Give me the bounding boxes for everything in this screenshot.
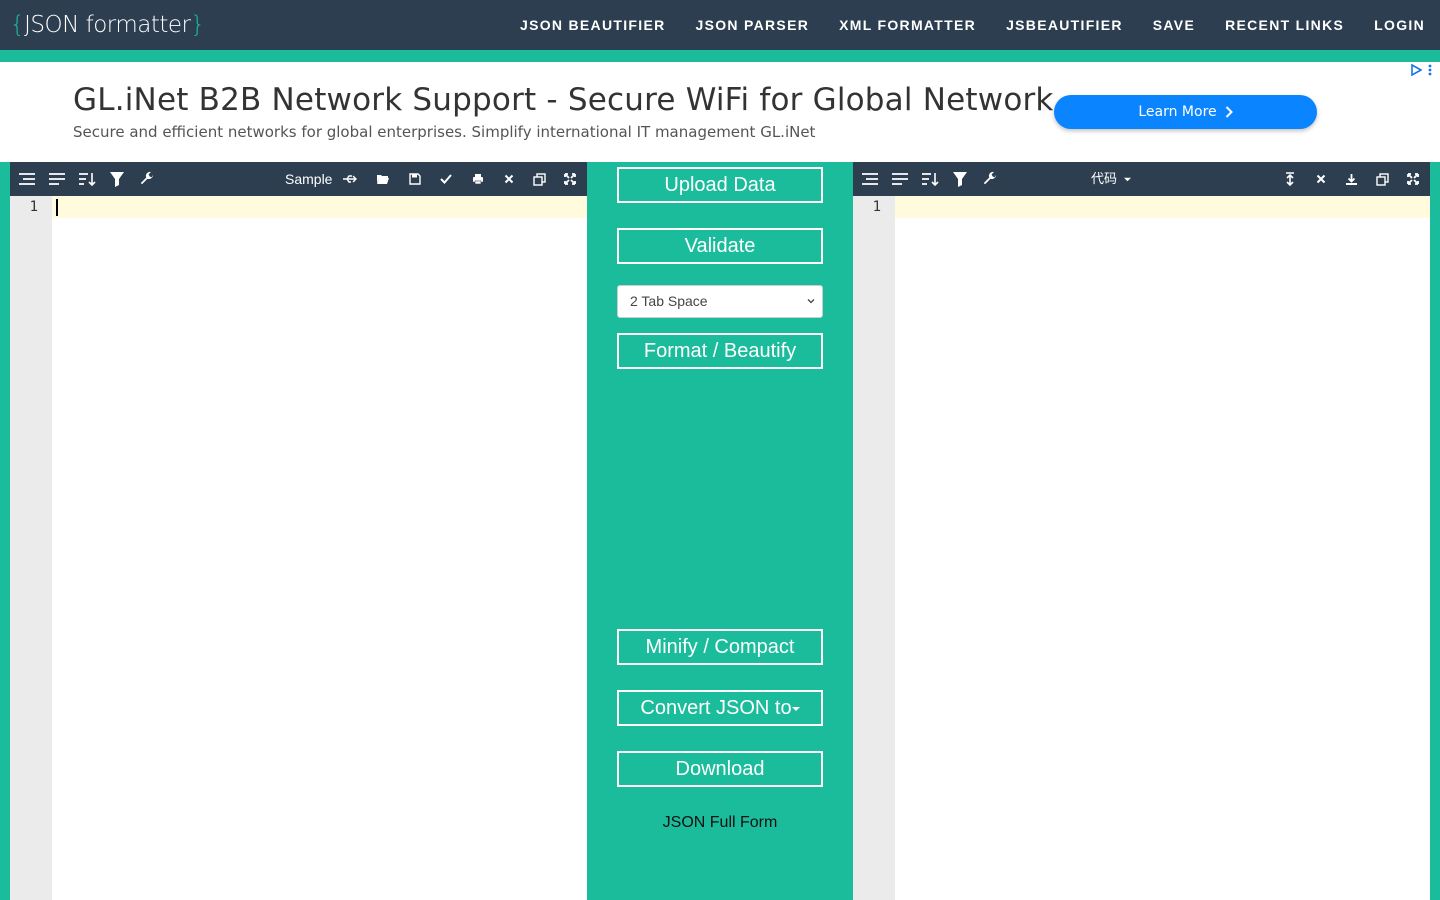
folder-open-icon[interactable] (375, 170, 391, 188)
chevron-down-icon (807, 299, 815, 304)
sort-icon[interactable] (921, 170, 939, 188)
format-beautify-button[interactable]: Format / Beautify (617, 333, 823, 369)
input-gutter: 1 (10, 196, 52, 900)
copy-icon[interactable] (531, 170, 547, 188)
nav-links: JSON BEAUTIFIER JSON PARSER XML FORMATTE… (505, 0, 1440, 50)
ad-subtext: Secure and efficient networks for global… (73, 123, 816, 141)
nav-jsbeautifier[interactable]: JSBEAUTIFIER (991, 0, 1138, 50)
clear-icon[interactable] (502, 170, 516, 188)
indent-select-value: 2 Tab Space (630, 293, 708, 309)
fullscreen-icon[interactable] (562, 170, 578, 188)
nav-recent-links[interactable]: RECENT LINKS (1210, 0, 1359, 50)
wrench-icon[interactable] (138, 170, 156, 188)
ad-cta-label: Learn More (1138, 104, 1217, 120)
json-full-form-link[interactable]: JSON Full Form (617, 814, 823, 832)
fullscreen-icon[interactable] (1405, 170, 1421, 188)
sort-icon[interactable] (78, 170, 96, 188)
code-mode-dropdown[interactable]: 代码 (1091, 170, 1131, 188)
brand-close-brace: } (190, 12, 206, 38)
output-gutter: 1 (853, 196, 895, 900)
ad-learn-more-button[interactable]: Learn More (1054, 95, 1317, 129)
brand-logo[interactable]: {JSON formatter} (10, 9, 205, 41)
upload-data-button[interactable]: Upload Data (617, 167, 823, 203)
ad-choices[interactable] (1410, 64, 1432, 76)
chevron-right-icon (1225, 106, 1233, 118)
line-number: 1 (29, 199, 38, 215)
caret-down-icon (791, 706, 800, 711)
ad-headline[interactable]: GL.iNet B2B Network Support - Secure WiF… (73, 82, 1054, 118)
action-panel: Upload Data Validate 2 Tab Space Format … (587, 162, 853, 900)
input-editor-toolbar: Sample (10, 162, 587, 196)
nav-json-parser[interactable]: JSON PARSER (681, 0, 825, 50)
indent-select[interactable]: 2 Tab Space (617, 285, 823, 318)
download-button[interactable]: Download (617, 751, 823, 787)
collapse-icon[interactable] (1283, 170, 1297, 188)
nav-login[interactable]: LOGIN (1359, 0, 1440, 50)
check-icon[interactable] (439, 170, 453, 188)
validate-button[interactable]: Validate (617, 228, 823, 264)
clear-icon[interactable] (1314, 170, 1328, 188)
save-icon[interactable] (408, 170, 422, 188)
brand-name: JSON formatter (24, 12, 191, 38)
input-code-area[interactable] (52, 196, 587, 900)
nav-save[interactable]: SAVE (1138, 0, 1210, 50)
line-number: 1 (872, 199, 881, 215)
nav-json-beautifier[interactable]: JSON BEAUTIFIER (505, 0, 681, 50)
filter-icon[interactable] (951, 170, 969, 188)
ad-banner[interactable]: GL.iNet B2B Network Support - Secure WiF… (0, 62, 1440, 162)
wrench-icon[interactable] (981, 170, 999, 188)
code-mode-label: 代码 (1091, 171, 1118, 186)
convert-json-button[interactable]: Convert JSON to (617, 690, 823, 726)
minify-compact-button[interactable]: Minify / Compact (617, 629, 823, 665)
output-editor-toolbar: 代码 (853, 162, 1430, 196)
output-editor: 代码 1 (853, 162, 1430, 900)
more-vert-icon[interactable] (1428, 64, 1432, 76)
sample-button[interactable]: Sample (285, 170, 332, 188)
output-code-area[interactable] (895, 196, 1430, 900)
compact-icon[interactable] (48, 170, 66, 188)
copy-icon[interactable] (1374, 170, 1390, 188)
usb-icon[interactable] (341, 170, 359, 188)
input-editor: Sample 1 (10, 162, 587, 900)
format-icon[interactable] (861, 170, 879, 188)
print-icon[interactable] (471, 170, 485, 188)
format-icon[interactable] (18, 170, 36, 188)
text-cursor (56, 199, 58, 216)
brand-open-brace: { (10, 12, 25, 38)
nav-xml-formatter[interactable]: XML FORMATTER (824, 0, 991, 50)
caret-down-icon (1123, 177, 1131, 182)
convert-json-label: Convert JSON to (640, 697, 792, 719)
filter-icon[interactable] (108, 170, 126, 188)
compact-icon[interactable] (891, 170, 909, 188)
download-icon[interactable] (1343, 170, 1359, 188)
adchoices-icon[interactable] (1410, 64, 1422, 76)
top-navbar: {JSON formatter} JSON BEAUTIFIER JSON PA… (0, 0, 1440, 50)
